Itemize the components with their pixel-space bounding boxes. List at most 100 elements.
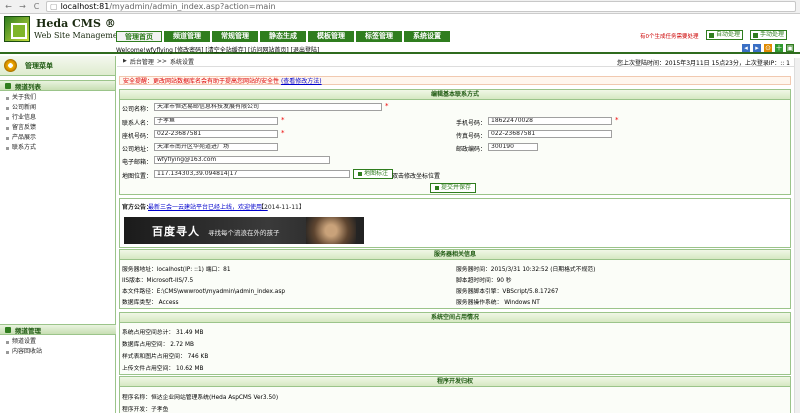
- dev-info-title: 程序开发归权: [120, 377, 790, 387]
- iis-version: IIS版本：Microsoft-IIS/7.5: [122, 278, 194, 284]
- auto-process-label: 自动处理: [716, 31, 741, 38]
- section-channel-manage[interactable]: 频道管理: [0, 324, 116, 335]
- db-type: 数据库类型： Access: [122, 300, 179, 306]
- mobile-input[interactable]: 18622470028: [488, 117, 612, 125]
- address-label: 公司地址：: [122, 146, 153, 153]
- app: ← → C ▢ localhost:81 /myadmin/admin_inde…: [0, 0, 800, 413]
- zip-input[interactable]: 300190: [488, 143, 538, 151]
- zip-label: 邮政编码：: [456, 146, 487, 153]
- server-os: 服务器操作系统： Windows NT: [456, 300, 540, 306]
- add-icon[interactable]: ＋: [775, 44, 783, 52]
- sidebar-item-contact[interactable]: 联系方式: [6, 143, 115, 153]
- banner-brand: 百度寻人: [152, 225, 200, 238]
- arrow-icon: ▶: [123, 58, 127, 64]
- logo-subtitle: Web Site Management: [34, 31, 126, 40]
- fax-input[interactable]: 022-23687581: [154, 130, 278, 138]
- sidebar-item-channel-settings[interactable]: 频道设置: [6, 337, 116, 347]
- required-mark: *: [281, 116, 285, 124]
- email-input[interactable]: wfyflying@163.com: [154, 156, 330, 164]
- tab-home[interactable]: 管理首页: [116, 31, 162, 42]
- tab-template[interactable]: 模板管理: [308, 31, 354, 42]
- address-input[interactable]: 天津市南开区华苑道进广场: [154, 143, 278, 151]
- sidebar: 管理菜单 频道列表 关于我们 公司新闻 行业信息 留言反馈 产品展示 联系方式 …: [0, 56, 116, 413]
- manual-process-button[interactable]: 手动处理: [750, 30, 788, 40]
- header: Heda CMS ® Web Site Management 管理首页 频道管理…: [0, 14, 800, 54]
- tab-static[interactable]: 静态生成: [260, 31, 306, 42]
- sidebar-item-industry[interactable]: 行业信息: [6, 113, 115, 123]
- script-timeout: 脚本超时时间：90 秒: [456, 278, 512, 284]
- sidebar-item-products[interactable]: 产品展示: [6, 133, 115, 143]
- crumb-current: 系统设置: [169, 58, 194, 66]
- tab-tags[interactable]: 标签管理: [356, 31, 402, 42]
- tab-channel[interactable]: 频道管理: [164, 31, 210, 42]
- section-channel-list-label: 频道列表: [15, 82, 41, 91]
- announcement-panel: 官方公告： 最新三会一云建站平台已经上线，欢迎使用... 【2014-11-11…: [119, 198, 791, 248]
- program-author: 程序开发：子孝鱼: [122, 407, 169, 413]
- logo-cube-icon: [4, 16, 30, 42]
- next-icon[interactable]: ▸: [753, 44, 761, 52]
- announce-link[interactable]: 最新三会一云建站平台已经上线，欢迎使用...: [148, 202, 268, 211]
- welcome-bar[interactable]: Welcome!wfyflying [修改密码] [清空全站缓存] [访问网站首…: [116, 45, 319, 54]
- scrollbar[interactable]: [794, 58, 800, 413]
- folder-icon: [5, 326, 11, 333]
- browser-toolbar: ← → C ▢ localhost:81 /myadmin/admin_inde…: [0, 0, 800, 14]
- submit-label: 提交并保存: [441, 184, 472, 191]
- tab-settings[interactable]: 系统设置: [404, 31, 450, 42]
- basic-info-title: 编辑基本联系方式: [120, 90, 790, 100]
- manual-icon: [753, 32, 758, 38]
- sidebar-item-news[interactable]: 公司新闻: [6, 103, 115, 113]
- tool-icons: ◂ ▸ ⊙ ＋ ▣: [742, 44, 794, 52]
- map-icon: [358, 172, 362, 176]
- url-host: localhost:81: [60, 2, 110, 11]
- security-notice: 安全提醒：更改网站数据库名会有助于提高您网站的安全性 (查看修改方法): [119, 76, 791, 85]
- map-input[interactable]: 117.134303,39.094814|17: [154, 170, 350, 178]
- window-icon[interactable]: ▣: [786, 44, 794, 52]
- manage-list: 频道设置 内容回收站: [0, 335, 116, 357]
- auto-process-button[interactable]: 自动处理: [706, 30, 744, 40]
- dev-info-panel: 程序开发归权 程序名称：恒达企业网站管理系统(Heda AspCMS Ver3.…: [119, 376, 791, 413]
- banner-slogan: 寻找每个流浪在外的孩子: [208, 229, 280, 237]
- notice-link[interactable]: (查看修改方法): [281, 78, 322, 85]
- space-usage-title: 系统空间占用情况: [120, 313, 790, 323]
- crumb-root[interactable]: 后台管理: [130, 57, 154, 66]
- sidebar-item-recycle[interactable]: 内容回收站: [6, 347, 116, 357]
- mobile-label: 手机号码：: [456, 120, 487, 127]
- section-channel-manage-label: 频道管理: [15, 326, 41, 335]
- section-channel-list[interactable]: 频道列表: [0, 80, 115, 91]
- logo-title: Heda CMS ®: [36, 17, 116, 30]
- back-icon[interactable]: ←: [4, 1, 13, 13]
- manual-process-label: 手动处理: [760, 31, 785, 38]
- page-icon: ▢: [50, 2, 58, 11]
- url-path: /myadmin/admin_index.asp?action=main: [109, 2, 276, 11]
- reload-icon[interactable]: C: [32, 1, 41, 13]
- target-icon[interactable]: ⊙: [764, 44, 772, 52]
- sidebar-title: 管理菜单: [25, 61, 53, 70]
- space-total: 系统占用空间总计： 31.49 MB: [122, 330, 204, 336]
- address-bar[interactable]: ▢ localhost:81 /myadmin/admin_index.asp?…: [46, 1, 796, 12]
- menu-icon: [4, 59, 17, 72]
- notice-text: 安全提醒：更改网站数据库名会有助于提高您网站的安全性: [123, 78, 280, 85]
- sidebar-item-about[interactable]: 关于我们: [6, 93, 115, 103]
- required-mark: *: [281, 129, 285, 137]
- prev-icon[interactable]: ◂: [742, 44, 750, 52]
- space-style: 样式表和图片占用空间： 746 KB: [122, 354, 209, 360]
- script-engine: 服务器脚本引擎：VBScript/5.8.17267: [456, 289, 559, 295]
- space-upload: 上传文件占用空间： 10.62 MB: [122, 366, 204, 372]
- sidebar-header: 管理菜单: [0, 56, 115, 76]
- forward-icon[interactable]: →: [18, 1, 27, 13]
- ad-banner[interactable]: 百度寻人 寻找每个流浪在外的孩子: [124, 217, 364, 244]
- submit-button[interactable]: 提交并保存: [430, 183, 477, 193]
- contact-input[interactable]: 子孝鱼: [154, 117, 278, 125]
- task-alert: 有0个生成任务需要处理: [640, 34, 699, 40]
- fax-label: 座机号码：: [122, 133, 153, 140]
- server-info-title: 服务器相关信息: [120, 250, 790, 260]
- sidebar-item-feedback[interactable]: 留言反馈: [6, 123, 115, 133]
- required-mark: *: [385, 102, 389, 110]
- program-name: 程序名称：恒达企业网站管理系统(Heda AspCMS Ver3.50): [122, 395, 279, 401]
- fax2-input[interactable]: 022-23687581: [488, 130, 612, 138]
- company-input[interactable]: 天津市恒达易邮信息科技发展有限公司: [154, 103, 382, 111]
- map-mark-button[interactable]: 地图标注: [353, 169, 394, 179]
- tab-general[interactable]: 常规管理: [212, 31, 258, 42]
- space-usage-panel: 系统空间占用情况 系统占用空间总计： 31.49 MB 数据库占用空间： 2.7…: [119, 312, 791, 375]
- save-icon: [435, 186, 439, 190]
